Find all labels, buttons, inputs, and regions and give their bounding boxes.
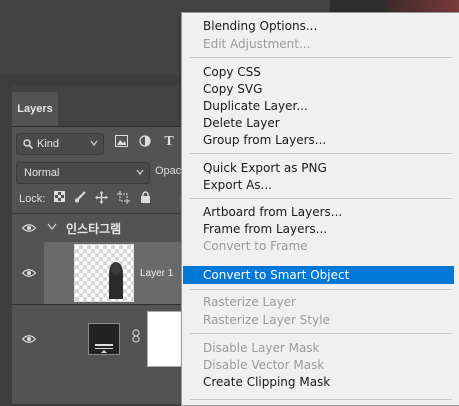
menu-item-delete-layer[interactable]: Delete Layer bbox=[183, 114, 454, 132]
menu-item-group-from-layers[interactable]: Group from Layers... bbox=[183, 131, 454, 149]
menu-item-rasterize-layer: Rasterize Layer bbox=[203, 295, 296, 309]
menu-separator bbox=[190, 289, 452, 290]
layer-name[interactable]: Layer 1 bbox=[140, 268, 173, 279]
blend-mode-label: Normal bbox=[24, 167, 60, 179]
chevron-down-icon[interactable] bbox=[47, 223, 57, 234]
layer-thumbnail bbox=[74, 244, 134, 302]
menu-separator bbox=[190, 333, 452, 334]
menu-item-convert-to-frame: Convert to Frame bbox=[203, 239, 308, 253]
menu-item-export-as[interactable]: Export As... bbox=[183, 176, 454, 194]
menu-item-disable-vector-mask: Disable Vector Mask bbox=[203, 358, 325, 372]
menu-item-frame-from-layers[interactable]: Frame from Layers... bbox=[183, 220, 454, 238]
lock-icon[interactable] bbox=[138, 191, 152, 205]
menu-separator bbox=[190, 399, 452, 400]
adjustment-layer-thumbnail bbox=[88, 323, 120, 355]
kind-filter-select[interactable]: Kind bbox=[16, 133, 104, 155]
image-filter-icon[interactable] bbox=[114, 135, 128, 149]
opacity-label: Opaci bbox=[155, 165, 184, 177]
menu-item-copy-css[interactable]: Copy CSS bbox=[183, 63, 454, 81]
menu-item-convert-to-smart-object[interactable]: Convert to Smart Object bbox=[183, 266, 454, 284]
link-chain-icon[interactable] bbox=[132, 329, 140, 346]
menu-item-duplicate-layer[interactable]: Duplicate Layer... bbox=[183, 97, 454, 115]
person-silhouette bbox=[109, 262, 123, 299]
adjustment-filter-icon[interactable] bbox=[138, 135, 152, 149]
menu-item-disable-layer-mask: Disable Layer Mask bbox=[203, 341, 320, 355]
type-filter-icon[interactable]: T bbox=[162, 135, 176, 149]
visibility-eye-icon[interactable] bbox=[22, 268, 36, 278]
chevron-down-icon bbox=[90, 140, 98, 147]
blend-mode-select[interactable]: Normal bbox=[16, 162, 150, 184]
context-menu: Blending Options... Edit Adjustment... C… bbox=[181, 12, 459, 406]
menu-item-artboard-from-layers[interactable]: Artboard from Layers... bbox=[183, 203, 454, 221]
tab-layers[interactable]: Layers bbox=[12, 92, 58, 126]
menu-item-blending-options[interactable]: Blending Options... bbox=[183, 17, 454, 35]
brush-icon[interactable] bbox=[73, 191, 87, 205]
chevron-down-icon bbox=[136, 169, 144, 176]
menu-item-rasterize-layer-style: Rasterize Layer Style bbox=[203, 313, 330, 327]
kind-filter-label: Kind bbox=[37, 138, 60, 150]
lock-label: Lock: bbox=[19, 193, 46, 205]
menu-item-create-clipping-mask[interactable]: Create Clipping Mask bbox=[183, 373, 454, 391]
lock-transparent-icon[interactable] bbox=[52, 191, 66, 205]
group-name: 인스타그램 bbox=[66, 222, 122, 236]
menu-item-quick-export-png[interactable]: Quick Export as PNG bbox=[183, 159, 454, 177]
menu-separator bbox=[190, 198, 452, 199]
menu-separator bbox=[190, 153, 452, 154]
visibility-eye-icon[interactable] bbox=[22, 334, 36, 344]
menu-separator bbox=[190, 57, 452, 58]
menu-item-edit-adjustment: Edit Adjustment... bbox=[203, 37, 311, 51]
artboard-icon[interactable] bbox=[116, 191, 130, 205]
search-icon bbox=[23, 139, 33, 149]
visibility-eye-icon[interactable] bbox=[22, 223, 36, 233]
move-icon[interactable] bbox=[94, 191, 108, 205]
menu-item-copy-svg[interactable]: Copy SVG bbox=[183, 80, 454, 98]
